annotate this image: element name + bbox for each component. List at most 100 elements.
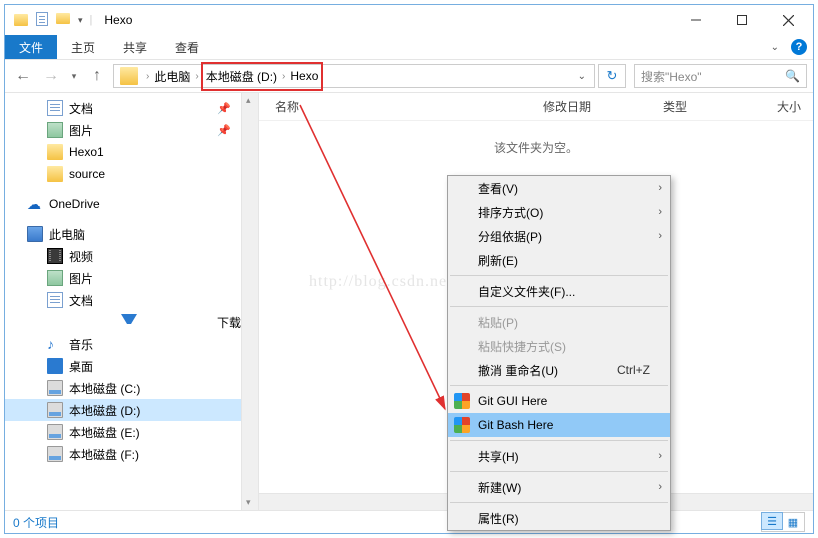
address-bar[interactable]: › 此电脑 › 本地磁盘 (D:) › Hexo ⌄ xyxy=(113,64,595,88)
forward-button[interactable]: → xyxy=(39,64,63,88)
nav-thispc[interactable]: 此电脑 xyxy=(5,223,241,245)
nav-item[interactable]: 桌面 xyxy=(5,355,241,377)
recent-locations[interactable]: ▾ xyxy=(67,64,81,88)
nav-item[interactable]: source xyxy=(5,163,241,185)
nav-onedrive[interactable]: ☁OneDrive xyxy=(5,193,241,215)
qat-dropdown[interactable]: ▾ xyxy=(75,13,86,28)
title-bar: ▾ | Hexo xyxy=(5,5,813,35)
qat-divider: | xyxy=(88,14,95,26)
crumb-thispc[interactable]: 此电脑 xyxy=(153,66,191,87)
quick-access-toolbar: ▾ | xyxy=(33,10,94,31)
nav-icon xyxy=(47,424,63,440)
maximize-button[interactable] xyxy=(719,6,765,34)
nav-item[interactable]: 本地磁盘 (F:) xyxy=(5,443,241,465)
column-headers[interactable]: 名称 修改日期 类型 大小 xyxy=(259,93,813,121)
tab-share[interactable]: 共享 xyxy=(109,35,161,59)
view-details[interactable]: ☰ xyxy=(761,512,783,530)
refresh-button[interactable]: ↻ xyxy=(598,64,626,88)
nav-icon xyxy=(47,380,63,396)
highlighted-path: 本地磁盘 (D:) › Hexo xyxy=(201,62,324,91)
nav-icon xyxy=(47,166,63,182)
ribbon-expand-icon[interactable]: ⌄ xyxy=(771,42,779,53)
help-icon[interactable]: ? xyxy=(791,39,807,55)
ctx-separator xyxy=(450,385,668,386)
chevron-right-icon: › xyxy=(658,206,662,218)
ctx-separator xyxy=(450,502,668,503)
ctx-paste-shortcut: 粘贴快捷方式(S) xyxy=(448,334,670,358)
view-toggle: ☰ ▦ xyxy=(761,512,805,532)
crumb-drive-d[interactable]: 本地磁盘 (D:) xyxy=(205,66,278,87)
col-date[interactable]: 修改日期 xyxy=(543,98,663,115)
close-button[interactable] xyxy=(765,6,811,34)
chevron-right-icon: › xyxy=(658,450,662,462)
nav-item[interactable]: 本地磁盘 (C:) xyxy=(5,377,241,399)
nav-item[interactable]: 本地磁盘 (D:) xyxy=(5,399,241,421)
pc-icon xyxy=(27,226,43,242)
ctx-new[interactable]: 新建(W)› xyxy=(448,475,670,499)
tab-file[interactable]: 文件 xyxy=(5,35,57,59)
ctx-git-bash[interactable]: Git Bash Here xyxy=(448,413,670,437)
address-dropdown[interactable]: ⌄ xyxy=(572,71,592,82)
ctx-properties[interactable]: 属性(R) xyxy=(448,506,670,530)
col-name[interactable]: 名称 xyxy=(275,98,543,115)
status-bar: 0 个项目 ☰ ▦ xyxy=(5,510,813,533)
qat-properties[interactable] xyxy=(33,10,51,31)
ctx-undo[interactable]: 撤消 重命名(U)Ctrl+Z xyxy=(448,358,670,382)
chevron-right-icon[interactable]: › xyxy=(278,71,289,82)
explorer-window: ▾ | Hexo 文件 主页 共享 查看 ⌄ ? ← → ▾ ↑ › 此电脑 › xyxy=(4,4,814,534)
nav-item[interactable]: Hexo1 xyxy=(5,141,241,163)
chevron-right-icon: › xyxy=(658,481,662,493)
nav-icon xyxy=(47,270,63,286)
git-icon xyxy=(454,417,470,433)
ctx-group[interactable]: 分组依据(P)› xyxy=(448,224,670,248)
nav-item[interactable]: 视频 xyxy=(5,245,241,267)
nav-icon: ♪ xyxy=(47,336,63,352)
ctx-paste: 粘贴(P) xyxy=(448,310,670,334)
search-box[interactable]: 搜索"Hexo" 🔍 xyxy=(634,64,807,88)
qat-new-folder[interactable] xyxy=(53,11,73,29)
chevron-right-icon[interactable]: › xyxy=(142,71,153,82)
nav-item[interactable]: 文档 xyxy=(5,289,241,311)
back-button[interactable]: ← xyxy=(11,64,35,88)
scrollbar-vertical[interactable] xyxy=(242,93,259,510)
git-icon xyxy=(454,393,470,409)
nav-icon xyxy=(47,446,63,462)
window-title: Hexo xyxy=(104,13,132,27)
view-icons[interactable]: ▦ xyxy=(782,513,804,531)
search-icon: 🔍 xyxy=(785,69,800,83)
ctx-share[interactable]: 共享(H)› xyxy=(448,444,670,468)
ctx-refresh[interactable]: 刷新(E) xyxy=(448,248,670,272)
nav-icon xyxy=(47,402,63,418)
address-row: ← → ▾ ↑ › 此电脑 › 本地磁盘 (D:) › Hexo ⌄ ↻ 搜索"… xyxy=(5,60,813,93)
nav-icon xyxy=(47,100,63,116)
ctx-customize[interactable]: 自定义文件夹(F)... xyxy=(448,279,670,303)
ctx-sort[interactable]: 排序方式(O)› xyxy=(448,200,670,224)
app-icon xyxy=(13,12,29,28)
col-type[interactable]: 类型 xyxy=(663,98,763,115)
ctx-view[interactable]: 查看(V)› xyxy=(448,176,670,200)
minimize-button[interactable] xyxy=(673,6,719,34)
nav-icon xyxy=(47,122,63,138)
nav-item[interactable]: ♪音乐 xyxy=(5,333,241,355)
folder-icon xyxy=(120,67,138,85)
ctx-separator xyxy=(450,440,668,441)
nav-item[interactable]: 图片📌 xyxy=(5,119,241,141)
item-count: 0 个项目 xyxy=(13,514,59,531)
up-button[interactable]: ↑ xyxy=(85,64,109,88)
tab-home[interactable]: 主页 xyxy=(57,35,109,59)
ribbon: 文件 主页 共享 查看 ⌄ ? xyxy=(5,35,813,60)
nav-item[interactable]: 图片 xyxy=(5,267,241,289)
ctx-separator xyxy=(450,306,668,307)
nav-item[interactable]: 文档📌 xyxy=(5,97,241,119)
ctx-separator xyxy=(450,275,668,276)
tab-view[interactable]: 查看 xyxy=(161,35,213,59)
nav-icon xyxy=(121,314,137,330)
ctx-git-gui[interactable]: Git GUI Here xyxy=(448,389,670,413)
nav-icon xyxy=(47,248,63,264)
col-size[interactable]: 大小 xyxy=(763,98,813,115)
crumb-hexo[interactable]: Hexo xyxy=(289,67,319,85)
nav-item[interactable]: 本地磁盘 (E:) xyxy=(5,421,241,443)
pin-icon: 📌 xyxy=(217,102,231,115)
navigation-pane[interactable]: 文档📌图片📌Hexo1source ☁OneDrive 此电脑 视频图片文档下载… xyxy=(5,93,242,510)
nav-item[interactable]: 下载 xyxy=(5,311,241,333)
